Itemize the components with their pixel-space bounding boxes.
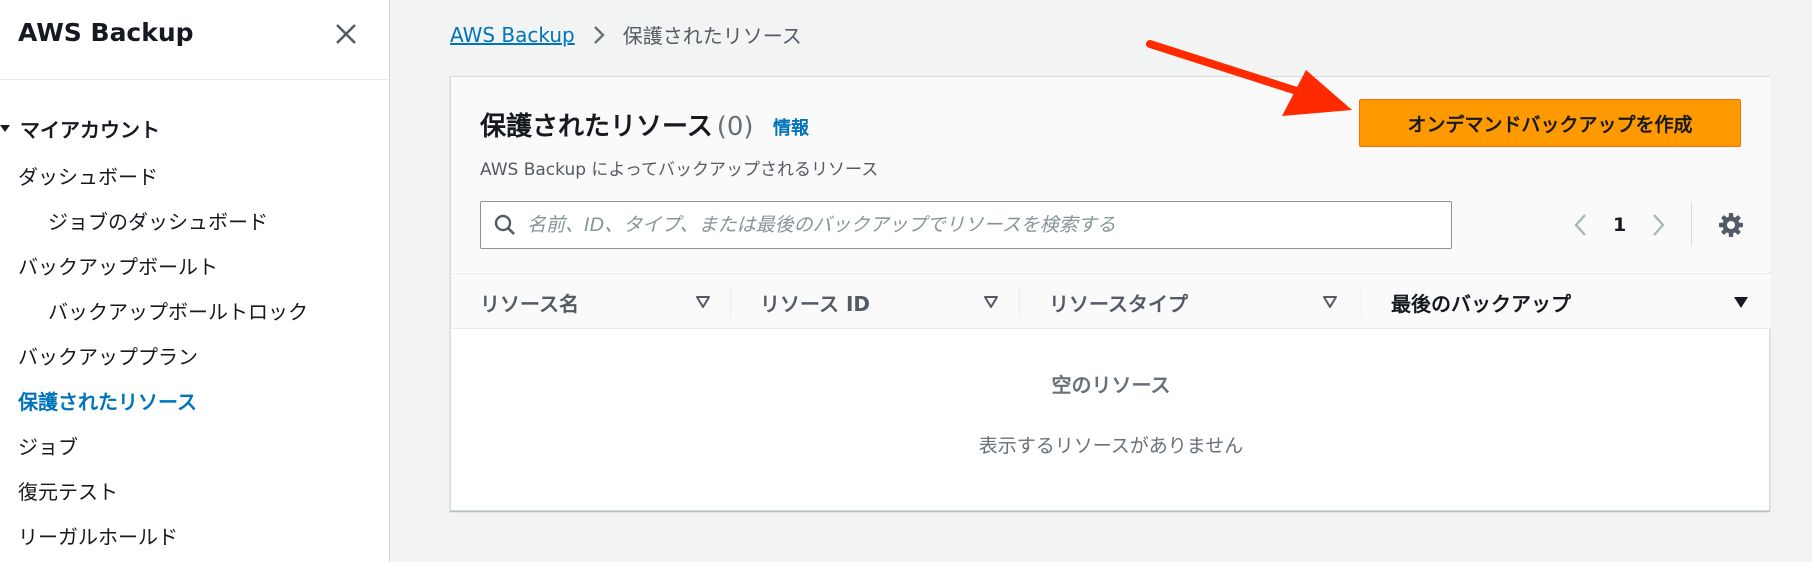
table-header: リソース名 リソース ID リソースタイプ 最後のバックアップ <box>451 273 1771 329</box>
page-title: 保護されたリソース (0) <box>480 106 754 143</box>
close-icon[interactable] <box>332 20 360 48</box>
info-link[interactable]: 情報 <box>773 114 809 140</box>
breadcrumb: AWS Backup 保護されたリソース <box>450 20 802 49</box>
sidebar-item-dashboard[interactable]: ダッシュボード <box>18 161 158 190</box>
gear-icon[interactable] <box>1717 211 1745 239</box>
sort-icon[interactable] <box>1322 294 1338 310</box>
column-label: リソースタイプ <box>1049 291 1188 316</box>
search-input[interactable] <box>527 214 1427 236</box>
chevron-right-icon[interactable] <box>1648 212 1668 238</box>
caret-down-icon <box>0 124 10 132</box>
column-label: リソース名 <box>480 291 579 316</box>
empty-state-title: 空のリソース <box>1051 373 1171 397</box>
search-box <box>480 201 1452 249</box>
column-label: リソース ID <box>760 291 871 316</box>
column-divider <box>1019 286 1020 318</box>
breadcrumb-root-link[interactable]: AWS Backup <box>450 23 575 47</box>
sort-icon[interactable] <box>1733 294 1749 310</box>
column-header-resource-id[interactable]: リソース ID <box>760 274 1050 330</box>
column-label: 最後のバックアップ <box>1391 291 1571 316</box>
empty-state-description: 表示するリソースがありません <box>978 435 1244 457</box>
sort-icon[interactable] <box>695 294 711 310</box>
sidebar-item-jobs[interactable]: ジョブ <box>18 431 78 460</box>
annotation-arrow-icon <box>1146 40 1352 116</box>
sidebar-item-restore-testing[interactable]: 復元テスト <box>18 476 118 505</box>
column-header-last-backup[interactable]: 最後のバックアップ <box>1391 274 1761 330</box>
sidebar-item-backup-vaults[interactable]: バックアップボールト <box>18 251 218 280</box>
sidebar-section-label: マイアカウント <box>20 118 160 142</box>
panel-description: AWS Backup によってバックアップされるリソース <box>480 160 879 180</box>
column-header-resource-name[interactable]: リソース名 <box>480 274 730 330</box>
sidebar-header: AWS Backup <box>0 0 389 80</box>
panel-title-text: 保護されたリソース <box>480 112 713 142</box>
chevron-right-icon <box>593 25 605 44</box>
sidebar-section-my-account[interactable]: マイアカウント <box>0 114 160 143</box>
sidebar: AWS Backup マイアカウント ダッシュボード ジョブのダッシュボード バ… <box>0 0 390 562</box>
resource-count: (0) <box>716 112 754 142</box>
sidebar-item-legal-holds[interactable]: リーガルホールド <box>18 521 178 550</box>
sidebar-item-vault-lock[interactable]: バックアップボールトロック <box>48 296 308 325</box>
breadcrumb-current: 保護されたリソース <box>622 24 802 48</box>
sidebar-item-protected-resources[interactable]: 保護されたリソース <box>18 386 197 415</box>
toolbar-divider <box>1691 203 1692 245</box>
column-divider <box>730 286 731 318</box>
create-on-demand-backup-button[interactable]: オンデマンドバックアップを作成 <box>1359 99 1741 147</box>
sidebar-item-backup-plans[interactable]: バックアッププラン <box>18 341 198 370</box>
sidebar-item-job-dashboard[interactable]: ジョブのダッシュボード <box>48 206 268 235</box>
column-header-resource-type[interactable]: リソースタイプ <box>1049 274 1369 330</box>
pagination: 1 <box>1571 207 1668 243</box>
sort-icon[interactable] <box>983 294 999 310</box>
page-number[interactable]: 1 <box>1613 214 1626 236</box>
chevron-left-icon[interactable] <box>1571 212 1591 238</box>
protected-resources-panel: 保護されたリソース (0) 情報 AWS Backup によってバックアップされる… <box>450 76 1771 511</box>
sidebar-title: AWS Backup <box>18 18 194 47</box>
column-divider <box>1361 286 1362 318</box>
search-icon <box>494 214 515 235</box>
